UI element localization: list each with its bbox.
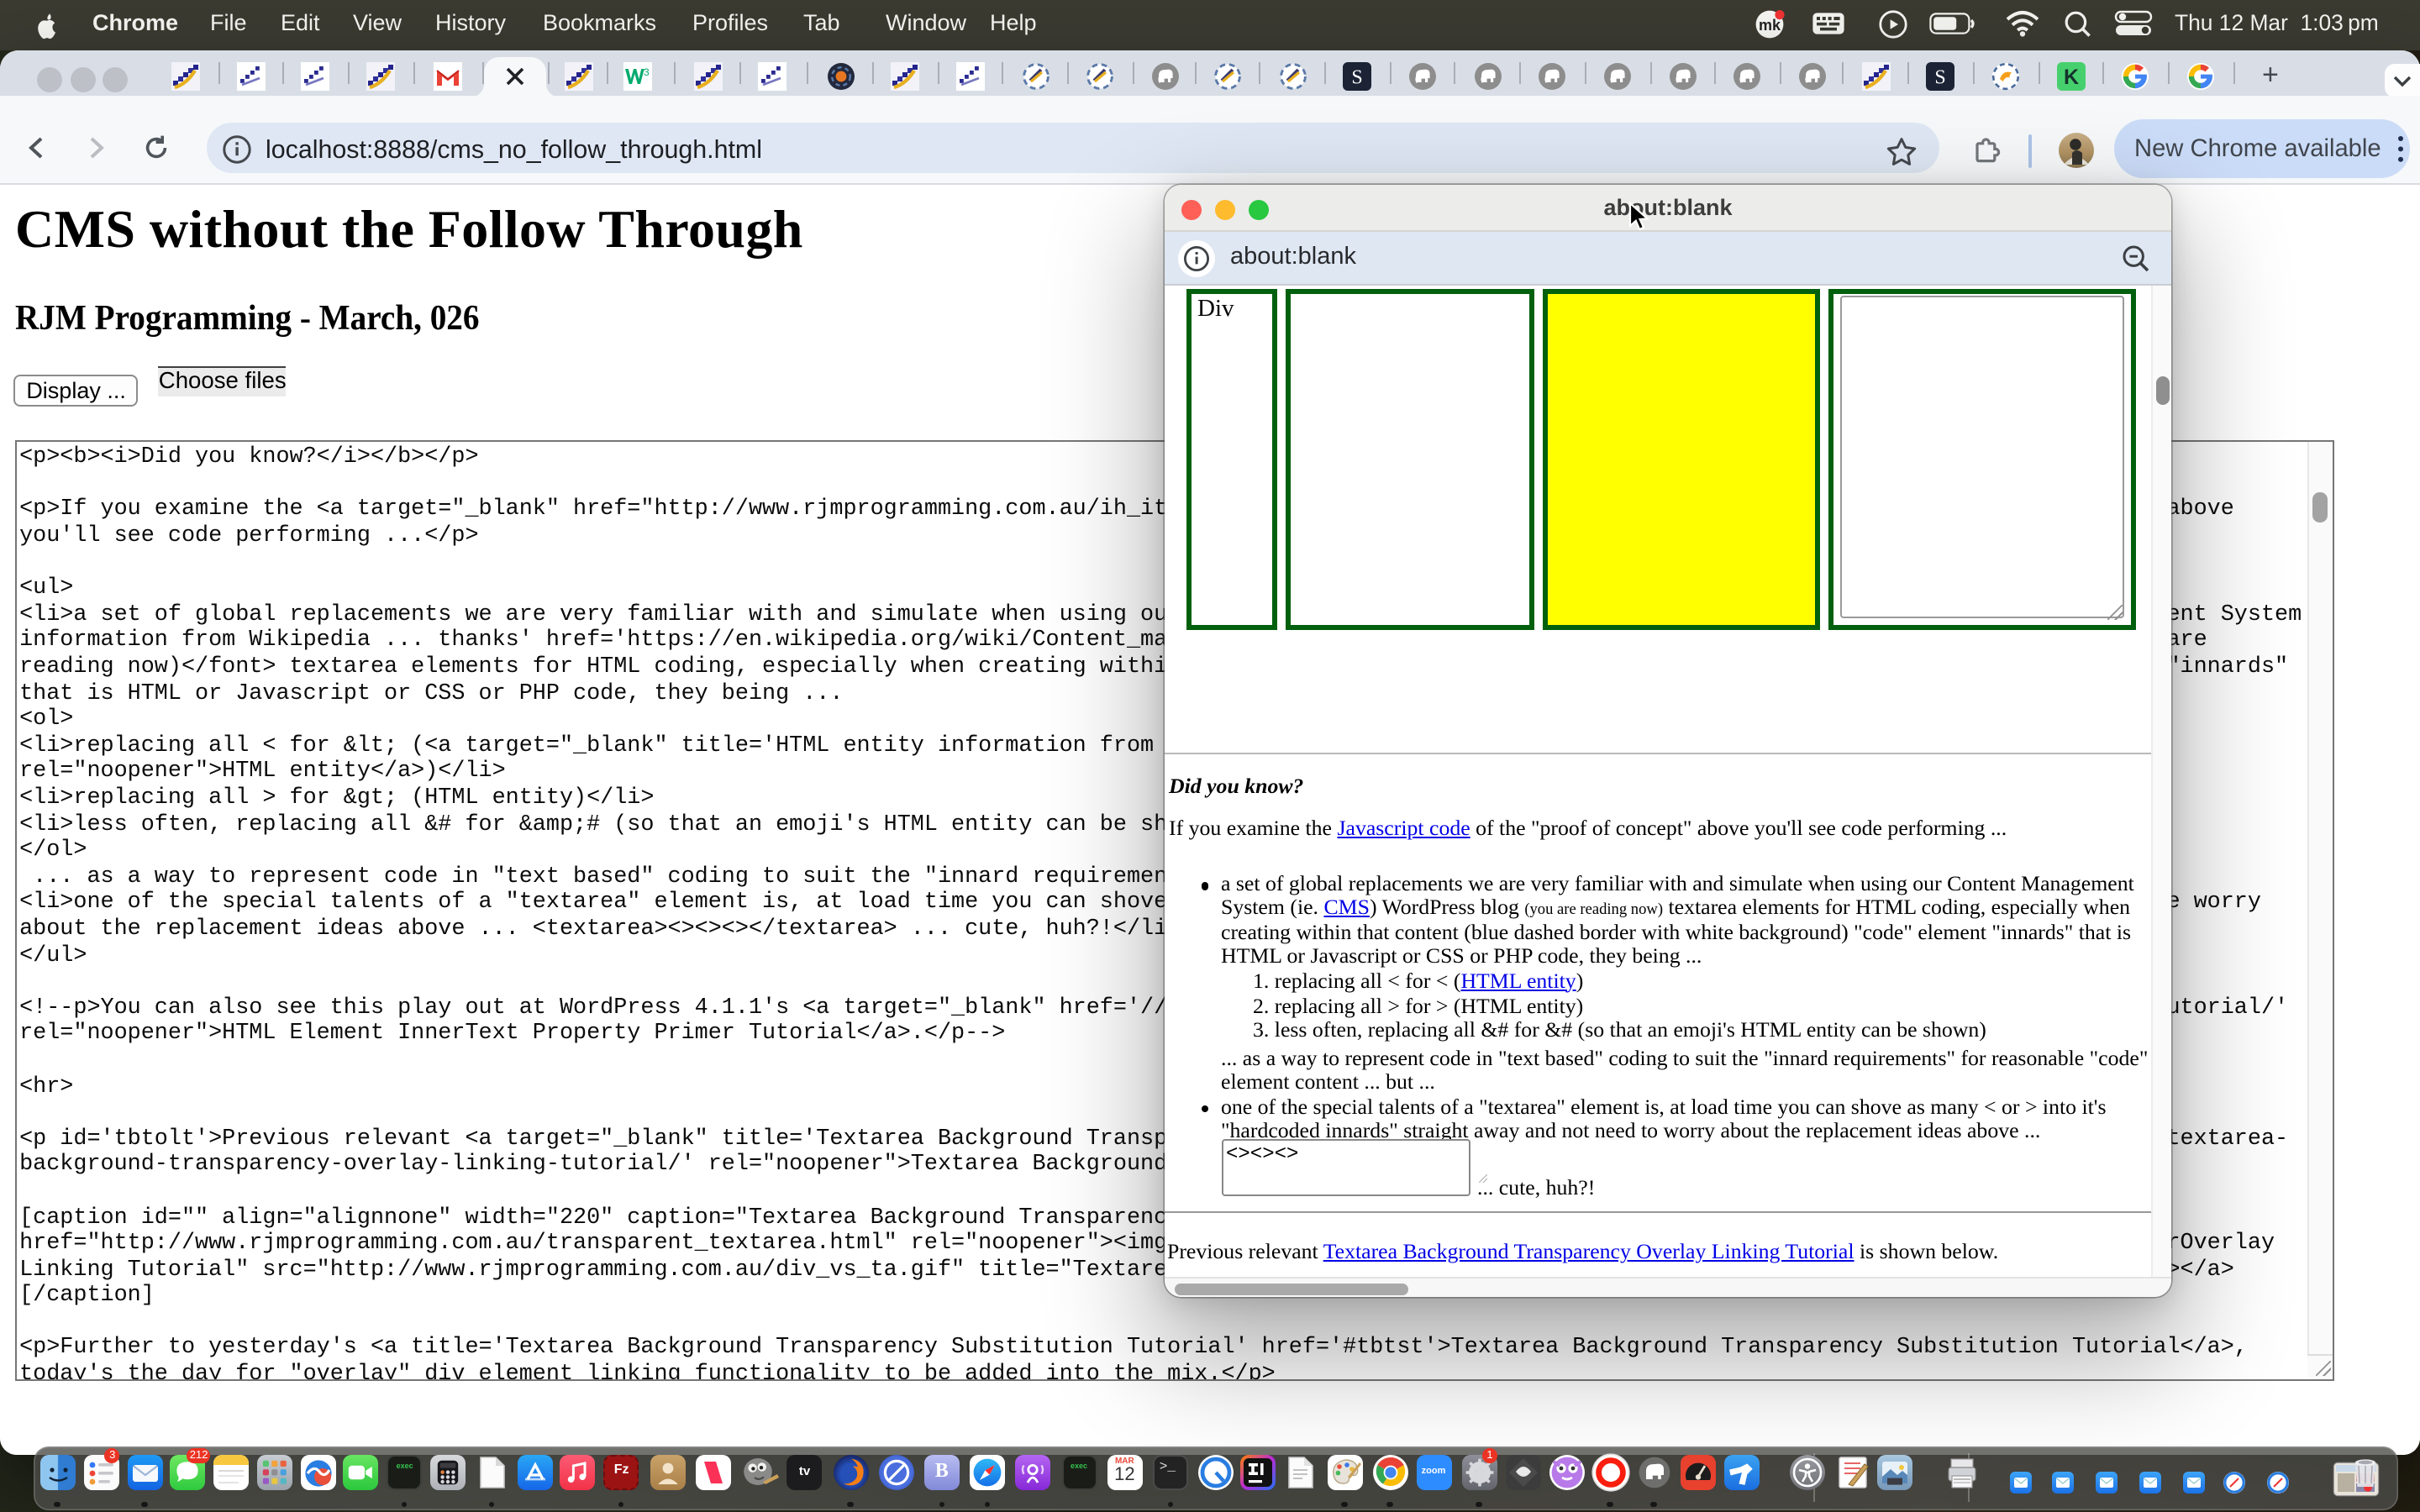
- svg-text:3: 3: [644, 66, 650, 78]
- svg-text:S: S: [1352, 66, 1363, 88]
- svg-text:mk: mk: [1759, 17, 1781, 34]
- svg-text:S: S: [1935, 66, 1946, 88]
- svg-text:K: K: [2063, 66, 2078, 89]
